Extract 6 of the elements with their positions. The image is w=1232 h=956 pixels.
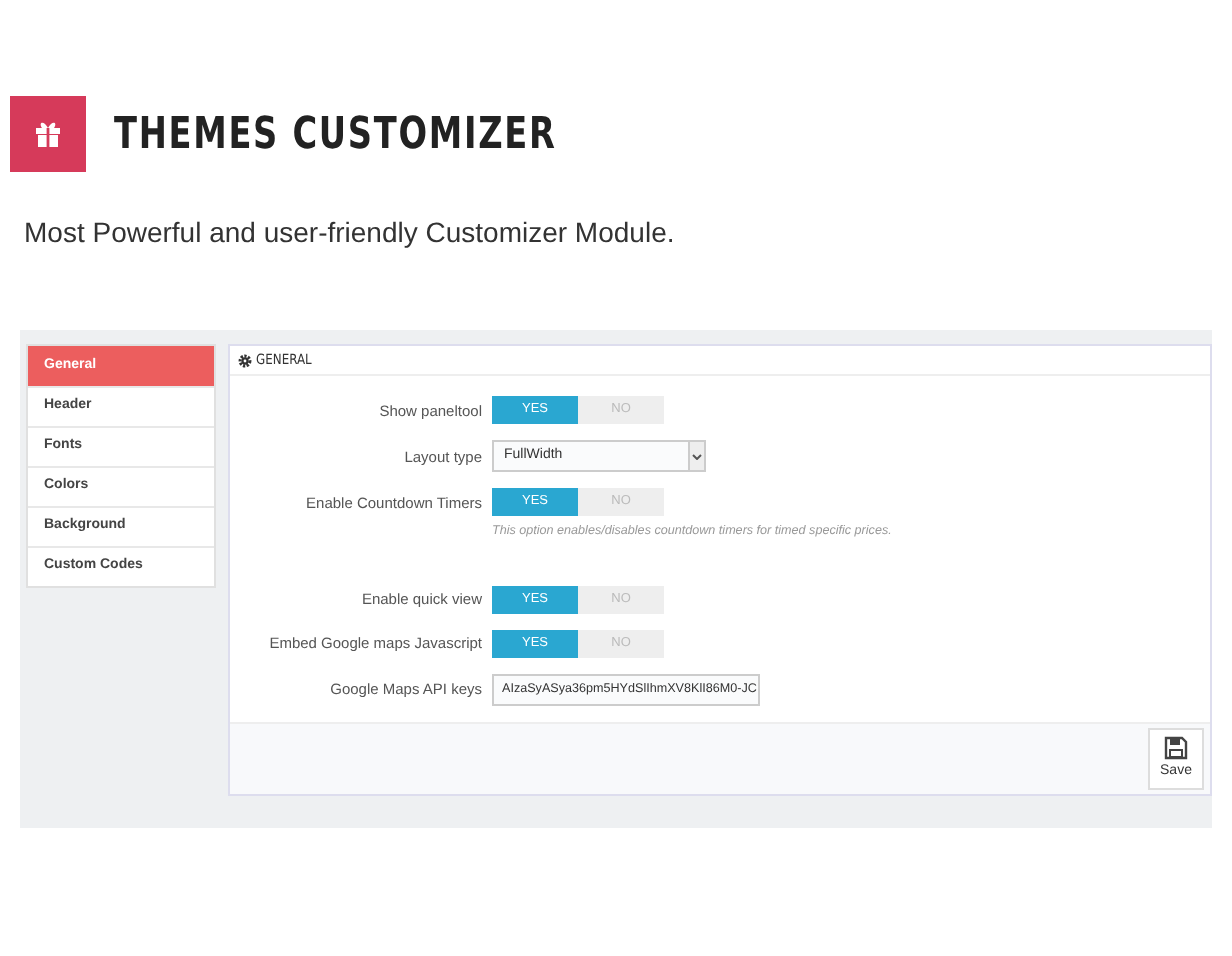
chevron-down-icon bbox=[692, 453, 702, 460]
gift-logo bbox=[10, 96, 86, 172]
gear-icon bbox=[238, 353, 252, 368]
page-subtitle: Most Powerful and user-friendly Customizer Module. bbox=[24, 214, 677, 252]
save-icon bbox=[1164, 735, 1188, 760]
page-title: THEMES CUSTOMIZER bbox=[114, 107, 557, 163]
